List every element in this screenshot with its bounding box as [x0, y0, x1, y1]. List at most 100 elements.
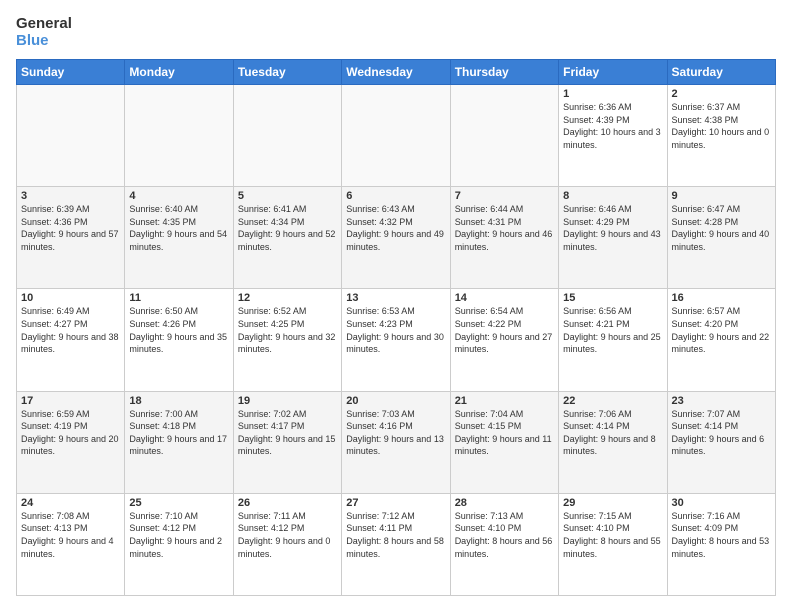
- day-info: Sunrise: 6:36 AM Sunset: 4:39 PM Dayligh…: [563, 101, 662, 151]
- day-info: Sunrise: 6:41 AM Sunset: 4:34 PM Dayligh…: [238, 203, 337, 253]
- table-row: 23Sunrise: 7:07 AM Sunset: 4:14 PM Dayli…: [667, 391, 775, 493]
- day-number: 26: [238, 497, 337, 509]
- day-number: 30: [672, 497, 771, 509]
- table-row: 18Sunrise: 7:00 AM Sunset: 4:18 PM Dayli…: [125, 391, 233, 493]
- col-sunday: Sunday: [17, 60, 125, 85]
- day-number: 1: [563, 88, 662, 100]
- col-tuesday: Tuesday: [233, 60, 341, 85]
- calendar-week-row: 3Sunrise: 6:39 AM Sunset: 4:36 PM Daylig…: [17, 187, 776, 289]
- table-row: 15Sunrise: 6:56 AM Sunset: 4:21 PM Dayli…: [559, 289, 667, 391]
- day-info: Sunrise: 7:07 AM Sunset: 4:14 PM Dayligh…: [672, 408, 771, 458]
- table-row: [125, 85, 233, 187]
- day-info: Sunrise: 7:12 AM Sunset: 4:11 PM Dayligh…: [346, 510, 445, 560]
- table-row: 21Sunrise: 7:04 AM Sunset: 4:15 PM Dayli…: [450, 391, 558, 493]
- table-row: 7Sunrise: 6:44 AM Sunset: 4:31 PM Daylig…: [450, 187, 558, 289]
- day-info: Sunrise: 6:40 AM Sunset: 4:35 PM Dayligh…: [129, 203, 228, 253]
- day-number: 7: [455, 190, 554, 202]
- day-number: 5: [238, 190, 337, 202]
- day-info: Sunrise: 7:10 AM Sunset: 4:12 PM Dayligh…: [129, 510, 228, 560]
- calendar-week-row: 1Sunrise: 6:36 AM Sunset: 4:39 PM Daylig…: [17, 85, 776, 187]
- col-saturday: Saturday: [667, 60, 775, 85]
- logo-blue: Blue: [16, 33, 72, 50]
- day-info: Sunrise: 7:08 AM Sunset: 4:13 PM Dayligh…: [21, 510, 120, 560]
- day-info: Sunrise: 7:03 AM Sunset: 4:16 PM Dayligh…: [346, 408, 445, 458]
- day-info: Sunrise: 6:56 AM Sunset: 4:21 PM Dayligh…: [563, 305, 662, 355]
- table-row: 27Sunrise: 7:12 AM Sunset: 4:11 PM Dayli…: [342, 493, 450, 595]
- day-number: 2: [672, 88, 771, 100]
- calendar-week-row: 17Sunrise: 6:59 AM Sunset: 4:19 PM Dayli…: [17, 391, 776, 493]
- day-info: Sunrise: 6:59 AM Sunset: 4:19 PM Dayligh…: [21, 408, 120, 458]
- day-number: 13: [346, 292, 445, 304]
- day-number: 19: [238, 395, 337, 407]
- table-row: 24Sunrise: 7:08 AM Sunset: 4:13 PM Dayli…: [17, 493, 125, 595]
- day-info: Sunrise: 6:54 AM Sunset: 4:22 PM Dayligh…: [455, 305, 554, 355]
- day-info: Sunrise: 7:04 AM Sunset: 4:15 PM Dayligh…: [455, 408, 554, 458]
- table-row: 16Sunrise: 6:57 AM Sunset: 4:20 PM Dayli…: [667, 289, 775, 391]
- day-number: 24: [21, 497, 120, 509]
- day-info: Sunrise: 6:47 AM Sunset: 4:28 PM Dayligh…: [672, 203, 771, 253]
- day-info: Sunrise: 6:49 AM Sunset: 4:27 PM Dayligh…: [21, 305, 120, 355]
- table-row: 28Sunrise: 7:13 AM Sunset: 4:10 PM Dayli…: [450, 493, 558, 595]
- calendar-header-row: Sunday Monday Tuesday Wednesday Thursday…: [17, 60, 776, 85]
- day-info: Sunrise: 7:11 AM Sunset: 4:12 PM Dayligh…: [238, 510, 337, 560]
- day-number: 14: [455, 292, 554, 304]
- day-number: 27: [346, 497, 445, 509]
- day-info: Sunrise: 6:43 AM Sunset: 4:32 PM Dayligh…: [346, 203, 445, 253]
- day-info: Sunrise: 6:53 AM Sunset: 4:23 PM Dayligh…: [346, 305, 445, 355]
- table-row: 19Sunrise: 7:02 AM Sunset: 4:17 PM Dayli…: [233, 391, 341, 493]
- table-row: [17, 85, 125, 187]
- day-number: 3: [21, 190, 120, 202]
- day-info: Sunrise: 6:44 AM Sunset: 4:31 PM Dayligh…: [455, 203, 554, 253]
- day-number: 25: [129, 497, 228, 509]
- table-row: 2Sunrise: 6:37 AM Sunset: 4:38 PM Daylig…: [667, 85, 775, 187]
- day-number: 12: [238, 292, 337, 304]
- day-info: Sunrise: 7:16 AM Sunset: 4:09 PM Dayligh…: [672, 510, 771, 560]
- calendar-week-row: 24Sunrise: 7:08 AM Sunset: 4:13 PM Dayli…: [17, 493, 776, 595]
- day-info: Sunrise: 7:02 AM Sunset: 4:17 PM Dayligh…: [238, 408, 337, 458]
- table-row: 3Sunrise: 6:39 AM Sunset: 4:36 PM Daylig…: [17, 187, 125, 289]
- table-row: 1Sunrise: 6:36 AM Sunset: 4:39 PM Daylig…: [559, 85, 667, 187]
- table-row: 9Sunrise: 6:47 AM Sunset: 4:28 PM Daylig…: [667, 187, 775, 289]
- table-row: 25Sunrise: 7:10 AM Sunset: 4:12 PM Dayli…: [125, 493, 233, 595]
- col-monday: Monday: [125, 60, 233, 85]
- day-number: 17: [21, 395, 120, 407]
- day-number: 16: [672, 292, 771, 304]
- day-number: 8: [563, 190, 662, 202]
- day-number: 11: [129, 292, 228, 304]
- table-row: 26Sunrise: 7:11 AM Sunset: 4:12 PM Dayli…: [233, 493, 341, 595]
- day-number: 29: [563, 497, 662, 509]
- table-row: 11Sunrise: 6:50 AM Sunset: 4:26 PM Dayli…: [125, 289, 233, 391]
- table-row: [342, 85, 450, 187]
- day-number: 6: [346, 190, 445, 202]
- header: General Blue General Blue: [16, 16, 776, 49]
- table-row: 14Sunrise: 6:54 AM Sunset: 4:22 PM Dayli…: [450, 289, 558, 391]
- day-number: 28: [455, 497, 554, 509]
- table-row: 22Sunrise: 7:06 AM Sunset: 4:14 PM Dayli…: [559, 391, 667, 493]
- table-row: 20Sunrise: 7:03 AM Sunset: 4:16 PM Dayli…: [342, 391, 450, 493]
- col-wednesday: Wednesday: [342, 60, 450, 85]
- day-info: Sunrise: 6:39 AM Sunset: 4:36 PM Dayligh…: [21, 203, 120, 253]
- table-row: 12Sunrise: 6:52 AM Sunset: 4:25 PM Dayli…: [233, 289, 341, 391]
- calendar-table: Sunday Monday Tuesday Wednesday Thursday…: [16, 59, 776, 596]
- day-info: Sunrise: 7:15 AM Sunset: 4:10 PM Dayligh…: [563, 510, 662, 560]
- day-number: 20: [346, 395, 445, 407]
- day-number: 10: [21, 292, 120, 304]
- day-info: Sunrise: 6:37 AM Sunset: 4:38 PM Dayligh…: [672, 101, 771, 151]
- day-info: Sunrise: 6:57 AM Sunset: 4:20 PM Dayligh…: [672, 305, 771, 355]
- day-info: Sunrise: 6:46 AM Sunset: 4:29 PM Dayligh…: [563, 203, 662, 253]
- table-row: 8Sunrise: 6:46 AM Sunset: 4:29 PM Daylig…: [559, 187, 667, 289]
- col-thursday: Thursday: [450, 60, 558, 85]
- table-row: 10Sunrise: 6:49 AM Sunset: 4:27 PM Dayli…: [17, 289, 125, 391]
- table-row: 13Sunrise: 6:53 AM Sunset: 4:23 PM Dayli…: [342, 289, 450, 391]
- logo: General Blue General Blue: [16, 16, 72, 49]
- calendar-week-row: 10Sunrise: 6:49 AM Sunset: 4:27 PM Dayli…: [17, 289, 776, 391]
- day-number: 15: [563, 292, 662, 304]
- day-number: 23: [672, 395, 771, 407]
- day-info: Sunrise: 7:00 AM Sunset: 4:18 PM Dayligh…: [129, 408, 228, 458]
- table-row: 4Sunrise: 6:40 AM Sunset: 4:35 PM Daylig…: [125, 187, 233, 289]
- day-number: 9: [672, 190, 771, 202]
- table-row: 6Sunrise: 6:43 AM Sunset: 4:32 PM Daylig…: [342, 187, 450, 289]
- page: General Blue General Blue Sunday Monday …: [0, 0, 792, 612]
- day-info: Sunrise: 6:50 AM Sunset: 4:26 PM Dayligh…: [129, 305, 228, 355]
- table-row: [450, 85, 558, 187]
